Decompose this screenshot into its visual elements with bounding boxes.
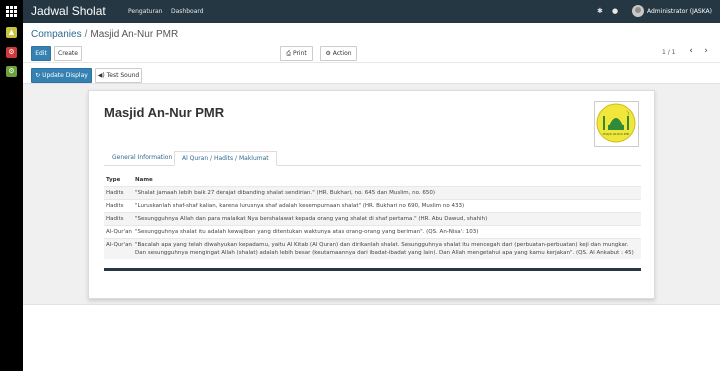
top-navbar: Jadwal Sholat Pengaturan Dashboard ✱ ● A… [23, 0, 720, 23]
apps-grid-icon[interactable] [6, 6, 17, 17]
toolbar-divider [23, 62, 720, 63]
user-menu[interactable]: Administrator (JASKA) [647, 8, 712, 15]
column-header-type: Type [106, 177, 121, 183]
pager-value[interactable]: 1 / 1 [662, 49, 675, 56]
row-name: "Bacalah apa yang telah diwahyukan kepad… [135, 242, 634, 256]
app-switcher-bar: ▲ ⚙ ⚙ [0, 0, 23, 371]
table-row[interactable]: Hadits "Sesungguhnya Allah dan para mala… [104, 212, 641, 225]
edit-button[interactable]: Edit [31, 46, 51, 61]
row-type: Hadits [106, 216, 124, 222]
row-name: "Luruskanlah shaf-shaf kalian, karena lu… [135, 203, 465, 209]
row-name: "Shalat jamaah lebih baik 27 derajat dib… [135, 190, 436, 196]
table-row[interactable]: Al-Qur'an "Bacalah apa yang telah diwahy… [104, 238, 641, 259]
row-type: Hadits [106, 203, 124, 209]
tab-al-quran-hadits-maklumat[interactable]: Al Quran / Hadits / Maklumat [174, 151, 277, 166]
app-shortcut-icon[interactable]: ▲ [6, 27, 17, 38]
form-tabs: General Information Al Quran / Hadits / … [104, 151, 641, 166]
app-shortcut-icon[interactable]: ⚙ [6, 66, 17, 77]
tab-general-information[interactable]: General Information [105, 151, 179, 166]
table-row[interactable]: Hadits "Luruskanlah shaf-shaf kalian, ka… [104, 199, 641, 212]
breadcrumb-current: Masjid An-Nur PMR [90, 29, 179, 40]
breadcrumb: Companies / Masjid An-Nur PMR [31, 29, 178, 40]
test-sound-button[interactable]: ◀) Test Sound [95, 68, 142, 83]
mosque-logo-image: MASJID AN-NUR PMR [596, 103, 636, 143]
table-header: Type Name [104, 174, 641, 186]
company-logo: MASJID AN-NUR PMR [594, 101, 639, 147]
create-button[interactable]: Create [54, 46, 82, 61]
form-sheet: Masjid An-Nur PMR MASJID AN-NUR PMR Gene… [88, 90, 655, 299]
breadcrumb-separator: / [84, 29, 88, 40]
action-button[interactable]: ⚙ Action [320, 46, 357, 61]
print-label: Print [292, 50, 307, 57]
gear-icon: ⚙ [325, 50, 333, 57]
row-type: Al-Qur'an [106, 242, 132, 248]
bug-icon[interactable]: ✱ [597, 7, 603, 15]
app-title[interactable]: Jadwal Sholat [31, 4, 106, 18]
update-display-button[interactable]: ↻ Update Display [31, 68, 92, 83]
update-display-label: Update Display [42, 72, 88, 79]
row-type: Al-Qur'an [106, 229, 132, 235]
row-type: Hadits [106, 190, 124, 196]
row-name: "Sesungguhnya shalat itu adalah kewajiba… [135, 229, 479, 235]
app-shortcut-icon[interactable]: ⚙ [6, 47, 17, 58]
quotes-table: Type Name Hadits "Shalat jamaah lebih ba… [104, 174, 641, 259]
chevron-left-icon[interactable]: ‹ [685, 46, 697, 58]
row-name: "Sesungguhnya Allah dan para malaikat Ny… [135, 216, 488, 222]
chat-icon[interactable]: ● [612, 7, 618, 15]
logo-caption: MASJID AN-NUR PMR [603, 132, 630, 136]
menu-pengaturan[interactable]: Pengaturan [128, 8, 163, 15]
speaker-icon: ◀) [97, 72, 107, 79]
table-row[interactable]: Al-Qur'an "Sesungguhnya shalat itu adala… [104, 225, 641, 238]
menu-dashboard[interactable]: Dashboard [171, 8, 204, 15]
avatar[interactable] [632, 5, 644, 17]
chevron-right-icon[interactable]: › [700, 46, 712, 58]
table-row[interactable]: Hadits "Shalat jamaah lebih baik 27 dera… [104, 186, 641, 199]
print-icon: ⎙ [286, 50, 293, 57]
print-button[interactable]: ⎙ Print [280, 46, 313, 61]
table-footer-bar [104, 268, 641, 271]
breadcrumb-companies[interactable]: Companies [31, 29, 82, 40]
test-sound-label: Test Sound [106, 72, 140, 79]
column-header-name: Name [135, 177, 153, 183]
record-title: Masjid An-Nur PMR [104, 105, 225, 120]
action-label: Action [332, 50, 352, 57]
